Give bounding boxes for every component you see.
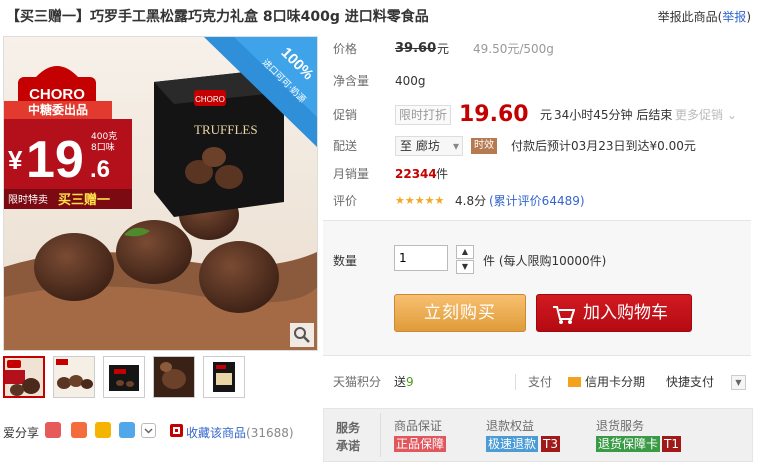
favorite-icon[interactable] <box>170 424 183 437</box>
share-row: 爱分享 收藏该商品(31688) <box>3 421 316 443</box>
main-product-image[interactable]: CHORO TRUFFLES CHORO 巧罗 中糖委出品 ¥ 19 .6 40… <box>3 36 318 351</box>
service-col2-badge[interactable]: 极速退款 <box>486 436 539 452</box>
service-col1-badge[interactable]: 正品保障 <box>394 436 447 452</box>
points-value: 9 <box>406 375 414 389</box>
points-value-prefix: 送 <box>394 375 407 389</box>
price-yen: ¥ <box>8 145 23 175</box>
report-link[interactable]: 举报 <box>722 10 746 24</box>
promo-row: 促销 限时打折 19.60 元 34小时45分钟 后结束 更多促销 ⌄ <box>333 102 737 128</box>
service-promises: 服务 承诺 商品保证 正品保障 退款权益 极速退款 T3 退货服务 退货保障卡 … <box>323 408 753 462</box>
cart-icon <box>551 295 576 344</box>
thumbnail-4[interactable] <box>153 356 195 398</box>
add-to-cart-button[interactable]: 加入购物车 <box>536 294 692 332</box>
product-info: 价格 39.60 元 49.50元/500g 净含量 400g 促销 限时打折 … <box>323 36 751 214</box>
promo-tag: 限时打折 <box>395 105 452 125</box>
service-label-line2: 承诺 <box>336 439 361 453</box>
promo-countdown: 34小时45分钟 后结束 <box>554 108 673 122</box>
qty-decrease-button[interactable]: ▼ <box>456 260 474 274</box>
banner-text: 中糖委出品 <box>28 102 88 117</box>
buy-now-button[interactable]: 立刻购买 <box>394 294 526 332</box>
pay-method-quick[interactable]: 快捷支付 <box>666 372 714 392</box>
logo-brand: CHORO <box>29 86 85 103</box>
product-title: 【买三赠一】巧罗手工黑松露巧克力礼盒 8口味400g 进口料零食品 <box>6 9 429 25</box>
promo-left: 限时特卖 <box>8 194 48 206</box>
share-renren-icon[interactable] <box>45 422 61 438</box>
thumbnail-1[interactable] <box>3 356 45 398</box>
sales-row: 月销量 22344 件 <box>323 163 751 185</box>
monthly-sales: 22344 <box>395 167 437 181</box>
pay-more-button[interactable]: ▼ <box>731 375 746 390</box>
share-weibo-icon[interactable] <box>71 422 87 438</box>
report-link-area: 举报此商品(举报) <box>658 8 751 25</box>
service-divider <box>380 413 381 457</box>
delivery-location-select[interactable]: 至 廊坊 ▾ <box>395 136 463 156</box>
delivery-estimate: 付款后预计03月23日到达¥0.00元 <box>511 139 696 153</box>
qty-label: 数量 <box>333 254 358 268</box>
favorite-link[interactable]: 收藏该商品(31688) <box>186 424 294 441</box>
chevron-down-icon: ⌄ <box>726 108 737 122</box>
qty-unit: 件 (每人限购10000件) <box>483 254 607 268</box>
share-more-icon[interactable] <box>141 423 156 438</box>
share-tencent-icon[interactable] <box>119 422 135 438</box>
thumbnail-5[interactable] <box>203 356 245 398</box>
service-label-line1: 服务 <box>336 421 361 435</box>
delivery-badge: 时效 <box>471 138 497 154</box>
service-col2-tag: T3 <box>541 436 560 452</box>
rating-row: 评价 ★★★★★ 4.8分 (累计评价64489) <box>323 190 751 212</box>
report-close: ) <box>746 10 751 24</box>
rating-score: 4.8分 <box>455 194 487 208</box>
thumbnail-2[interactable] <box>53 356 95 398</box>
price-small: .6 <box>90 156 110 183</box>
points-label: 天猫积分 <box>333 375 382 389</box>
report-text: 举报此商品( <box>657 10 723 24</box>
thumbnail-strip <box>3 356 316 402</box>
quantity-input[interactable] <box>394 245 448 271</box>
unit-price: 49.50元/500g <box>473 42 554 56</box>
price-big: 19 <box>26 131 84 189</box>
thumbnail-3[interactable] <box>103 356 145 398</box>
pay-label: 支付 <box>528 375 553 389</box>
dropdown-arrow-icon: ▾ <box>452 139 459 153</box>
original-price-unit: 元 <box>437 42 450 56</box>
rating-link[interactable]: (累计评价64489) <box>489 190 585 212</box>
service-col3-title: 退货服务 <box>596 419 645 433</box>
points-row: 天猫积分 送 9 支付 信用卡分期 快捷支付 ▼ <box>323 372 751 392</box>
promo-right: 买三赠一 <box>58 192 110 208</box>
price-row: 价格 39.60 元 49.50元/500g <box>323 38 751 60</box>
weight-row: 净含量 400g <box>323 70 751 92</box>
box-brand-label: CHORO <box>195 95 225 104</box>
promo-price: 19.60 <box>459 102 529 127</box>
divider <box>515 374 516 390</box>
zoom-icon[interactable] <box>290 323 314 347</box>
weight-line1: 400克 <box>91 131 117 142</box>
more-promo-link[interactable]: 更多促销 ⌄ <box>675 102 737 128</box>
service-col2-title: 退款权益 <box>486 419 535 433</box>
box-product-label: TRUFFLES <box>194 122 258 137</box>
service-col3-badge[interactable]: 退货保障卡 <box>596 436 661 452</box>
qty-increase-button[interactable]: ▲ <box>456 245 474 259</box>
promo-price-unit: 元 <box>540 108 553 122</box>
original-price: 39.60 <box>395 41 437 56</box>
share-qzone-icon[interactable] <box>95 422 111 438</box>
delivery-row: 配送 至 廊坊 ▾ 时效 付款后预计03月23日到达¥0.00元 <box>323 135 751 157</box>
product-image-art: CHORO TRUFFLES CHORO 巧罗 中糖委出品 ¥ 19 .6 40… <box>4 37 317 350</box>
rating-stars: ★★★★★ <box>395 194 445 207</box>
buy-box: 数量 ▲ ▼ 件 (每人限购10000件) 立刻购买 加入购物车 <box>323 220 751 356</box>
weight-value: 400g <box>395 74 426 88</box>
credit-card-icon <box>568 377 581 387</box>
share-label: 爱分享 <box>3 426 40 440</box>
service-col1-title: 商品保证 <box>394 419 443 433</box>
service-col3-tag: T1 <box>662 436 681 452</box>
weight-line2: 8口味 <box>91 141 115 153</box>
sales-unit: 件 <box>436 167 449 181</box>
pay-method-credit[interactable]: 信用卡分期 <box>585 372 645 392</box>
